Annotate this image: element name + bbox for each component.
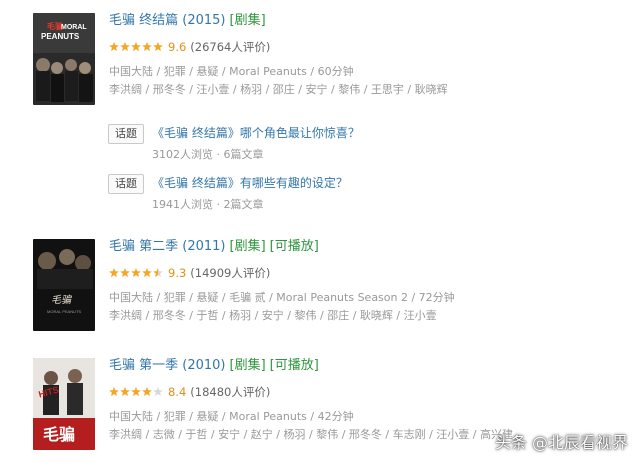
svg-text:MORAL: MORAL (61, 24, 87, 31)
tag-series[interactable]: [剧集] (230, 358, 266, 373)
result-item: 毛骗 MORAL PEANUTS 毛骗 终结篇 (2015) [剧集] 9.6 (2… (33, 13, 633, 105)
svg-text:毛骗: 毛骗 (51, 294, 72, 306)
rating-line: 9.6 (26764人评价) (109, 40, 629, 54)
poster-image[interactable]: 毛骗 MORAL PEANUTS (33, 13, 95, 105)
item-meta: 中国大陆 / 犯罪 / 悬疑 / Moral Peanuts / 42分钟 (109, 410, 354, 423)
item-meta: 中国大陆 / 犯罪 / 悬疑 / Moral Peanuts / 60分钟 (109, 65, 354, 78)
topic-link[interactable]: 《毛骗 终结篇》哪个角色最让你惊喜？ (152, 125, 360, 141)
tag-playable[interactable]: [可播放] (270, 239, 319, 254)
item-info: 毛骗 终结篇 (2015) [剧集] 9.6 (26764人评价) 中国大陆 / 犯… (109, 13, 629, 97)
rating-count: (14909人评价) (190, 266, 271, 280)
rating-score: 9.6 (168, 40, 187, 54)
topic-badge[interactable]: 话题 (108, 174, 144, 194)
tag-series[interactable]: [剧集] (230, 13, 266, 28)
item-cast: 李洪绸 / 邢冬冬 / 于哲 / 杨羽 / 安宁 / 黎伟 / 邵庄 / 耿晓辉… (109, 309, 437, 322)
svg-text:毛骗: 毛骗 (43, 425, 75, 444)
rating-line: 8.4 (18480人评价) (109, 385, 629, 399)
rating-line: 9.3 (14909人评价) (109, 266, 629, 280)
star-rating-icon (109, 386, 164, 400)
star-rating-icon (109, 267, 164, 281)
item-info: 毛骗 第二季 (2011) [剧集] [可播放] 9.3 (14909人评价) 中国大… (109, 239, 629, 323)
item-meta: 中国大陆 / 犯罪 / 悬疑 / 毛骗 贰 / Moral Peanuts Se… (109, 291, 455, 304)
tag-playable[interactable]: [可播放] (270, 358, 319, 373)
topic-badge[interactable]: 话题 (108, 124, 144, 144)
result-item: 毛骗 MORAL PEANUTS 毛骗 第二季 (2011) [剧集] [可播放] … (33, 239, 633, 331)
topic-link[interactable]: 《毛骗 终结篇》有哪些有趣的设定？ (152, 175, 348, 191)
topic-row: 话题 《毛骗 终结篇》哪个角色最让你惊喜？ 3102人浏览 · 6篇文章 (108, 124, 608, 164)
star-rating-icon (109, 41, 164, 55)
rating-score: 9.3 (168, 266, 187, 280)
topic-stats: 3102人浏览 · 6篇文章 (152, 148, 264, 161)
rating-count: (26764人评价) (190, 40, 271, 54)
item-title-line: 毛骗 第二季 (2011) [剧集] [可播放] (109, 239, 629, 255)
item-title-link[interactable]: 毛骗 第一季 (2010) (109, 358, 226, 373)
item-info: 毛骗 第一季 (2010) [剧集] [可播放] 8.4 (18480人评价) 中国大… (109, 358, 629, 442)
poster-image[interactable]: HITS 毛骗 (33, 358, 95, 450)
rating-count: (18480人评价) (190, 385, 271, 399)
topic-row: 话题 《毛骗 终结篇》有哪些有趣的设定？ 1941人浏览 · 2篇文章 (108, 174, 608, 214)
item-title-line: 毛骗 终结篇 (2015) [剧集] (109, 13, 629, 29)
watermark: 头条 @北辰看视界 (494, 433, 628, 452)
poster-image[interactable]: 毛骗 MORAL PEANUTS (33, 239, 95, 331)
rating-score: 8.4 (168, 385, 187, 399)
topic-stats: 1941人浏览 · 2篇文章 (152, 198, 264, 211)
svg-text:PEANUTS: PEANUTS (41, 32, 80, 41)
item-title-line: 毛骗 第一季 (2010) [剧集] [可播放] (109, 358, 629, 374)
svg-text:MORAL PEANUTS: MORAL PEANUTS (47, 309, 81, 314)
item-title-link[interactable]: 毛骗 终结篇 (2015) (109, 13, 226, 28)
item-title-link[interactable]: 毛骗 第二季 (2011) (109, 239, 226, 254)
tag-series[interactable]: [剧集] (230, 239, 266, 254)
item-cast: 李洪绸 / 邢冬冬 / 汪小壹 / 杨羽 / 邵庄 / 安宁 / 黎伟 / 王思… (109, 83, 448, 96)
